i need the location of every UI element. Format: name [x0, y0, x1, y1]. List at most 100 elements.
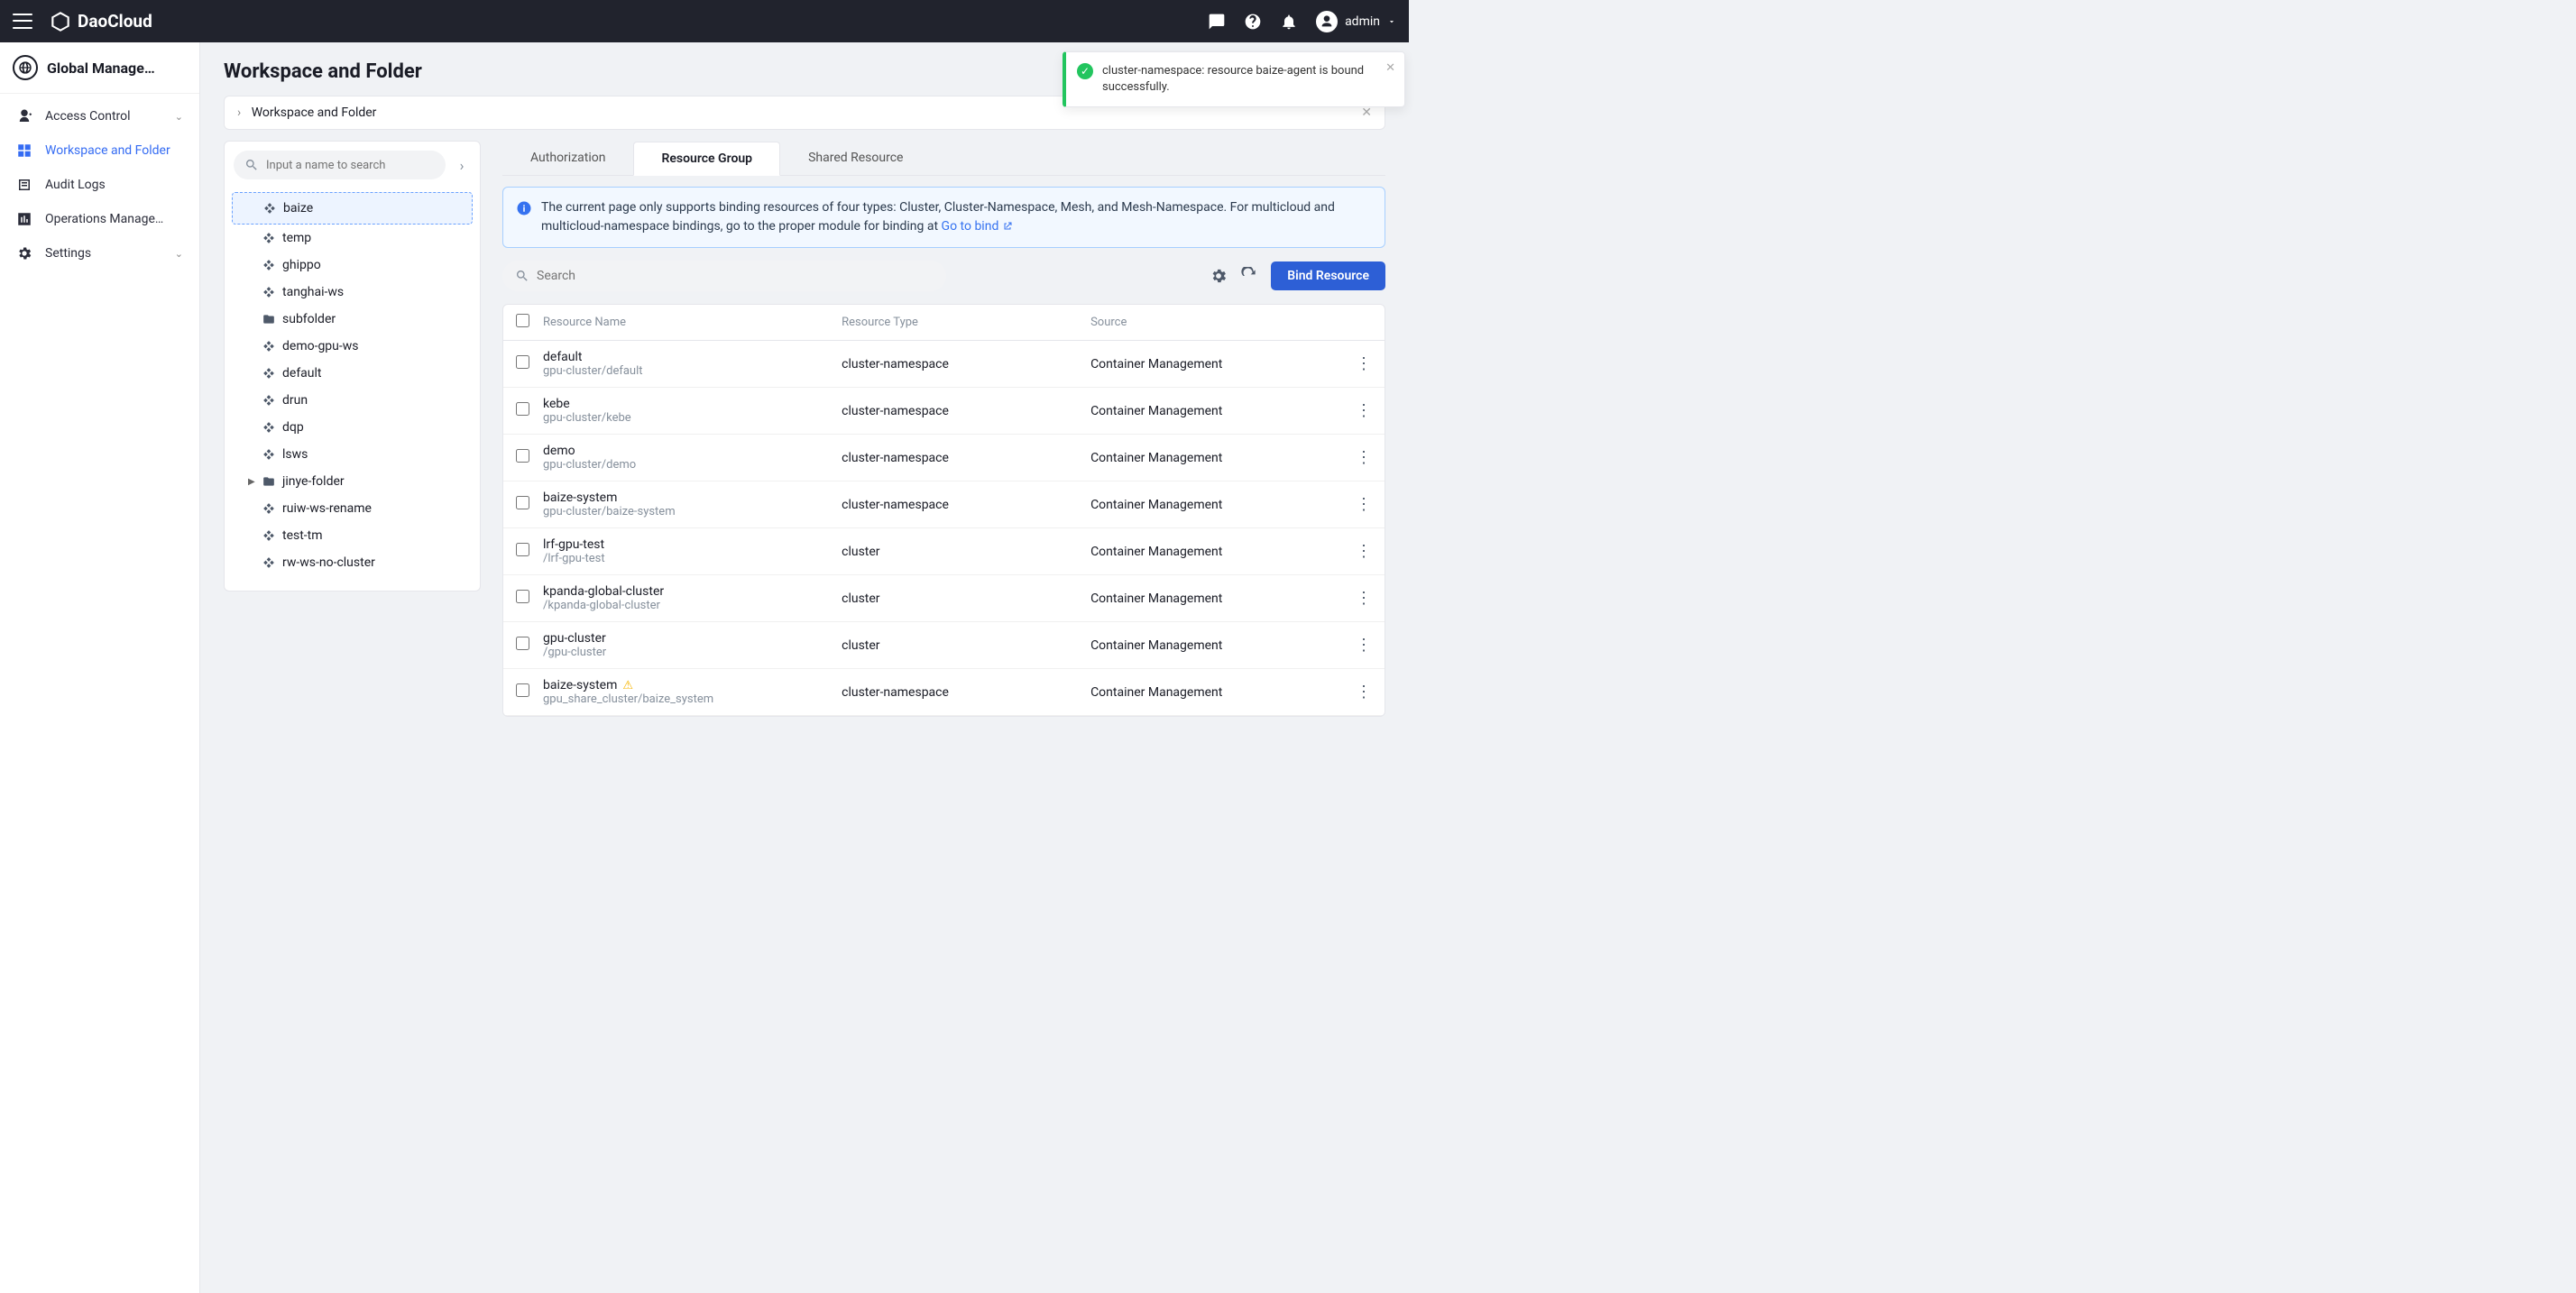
user-name: admin: [1345, 14, 1380, 29]
chevron-down-icon: ⌄: [175, 248, 183, 260]
row-checkbox[interactable]: [516, 355, 529, 369]
tree-item-temp[interactable]: temp: [232, 225, 473, 252]
column-header-source: Source: [1090, 316, 1339, 329]
workspace-icon: [262, 367, 275, 380]
tree-item-label: temp: [282, 231, 311, 245]
user-menu[interactable]: admin: [1316, 11, 1396, 32]
row-checkbox[interactable]: [516, 496, 529, 509]
table-row: gpu-cluster/gpu-clusterclusterContainer …: [503, 622, 1385, 669]
resource-type: cluster-namespace: [842, 498, 1090, 512]
table-search-input[interactable]: [537, 269, 934, 283]
sidebar-item-label: Workspace and Folder: [45, 143, 170, 158]
bell-icon[interactable]: [1280, 13, 1298, 31]
globe-icon: [13, 55, 38, 80]
chevron-right-icon[interactable]: ›: [453, 157, 471, 174]
table-search[interactable]: [502, 261, 946, 291]
resource-type: cluster: [842, 591, 1090, 606]
avatar-icon: [1316, 11, 1338, 32]
tree-item-label: baize: [283, 201, 313, 216]
row-checkbox[interactable]: [516, 402, 529, 416]
tree-search-input[interactable]: [266, 159, 435, 172]
row-checkbox[interactable]: [516, 543, 529, 556]
resource-path: gpu-cluster/kebe: [543, 411, 842, 425]
resource-name: kebe: [543, 397, 842, 411]
search-icon: [515, 269, 529, 283]
warning-icon: ⚠: [622, 679, 633, 692]
tab-shared-resource[interactable]: Shared Resource: [780, 141, 931, 175]
chat-icon[interactable]: [1208, 13, 1226, 31]
sidebar-item-audit-logs[interactable]: Audit Logs: [0, 168, 199, 202]
close-icon[interactable]: ✕: [1361, 105, 1372, 120]
tree-item-label: subfolder: [282, 312, 336, 326]
tree-item-subfolder[interactable]: subfolder: [232, 306, 473, 333]
tree-item-ghippo[interactable]: ghippo: [232, 252, 473, 279]
more-icon[interactable]: ⋮: [1356, 448, 1372, 467]
tab-authorization[interactable]: Authorization: [502, 141, 633, 175]
topbar: DaoCloud admin: [0, 0, 1409, 42]
close-icon[interactable]: ✕: [1385, 61, 1395, 75]
info-banner: The current page only supports binding r…: [502, 187, 1385, 248]
resource-name: kpanda-global-cluster: [543, 584, 842, 599]
resource-name: baize-system: [543, 491, 842, 505]
more-icon[interactable]: ⋮: [1356, 589, 1372, 608]
resource-type: cluster: [842, 545, 1090, 559]
more-icon[interactable]: ⋮: [1356, 354, 1372, 373]
sidebar-item-access-control[interactable]: Access Control⌄: [0, 99, 199, 133]
tree-item-baize[interactable]: baize: [232, 192, 473, 225]
tree-item-test-tm[interactable]: test-tm: [232, 522, 473, 549]
tree-item-ruiw-ws-rename[interactable]: ruiw-ws-rename: [232, 495, 473, 522]
resource-name: gpu-cluster: [543, 631, 842, 646]
resource-name: demo: [543, 444, 842, 458]
select-all-checkbox[interactable]: [516, 314, 529, 327]
sidebar-item-label: Settings: [45, 246, 91, 261]
more-icon[interactable]: ⋮: [1356, 401, 1372, 420]
tree-search[interactable]: [234, 151, 446, 179]
tree-item-default[interactable]: default: [232, 360, 473, 387]
more-icon[interactable]: ⋮: [1356, 636, 1372, 655]
tree-item-tanghai-ws[interactable]: tanghai-ws: [232, 279, 473, 306]
expand-icon[interactable]: ▶: [248, 477, 255, 487]
row-checkbox[interactable]: [516, 637, 529, 650]
refresh-icon[interactable]: [1240, 267, 1258, 285]
sidebar-item-settings[interactable]: Settings ⌄: [0, 236, 199, 271]
breadcrumb-label[interactable]: Workspace and Folder: [252, 105, 377, 120]
gear-icon[interactable]: [1210, 267, 1228, 285]
menu-toggle-icon[interactable]: [13, 12, 32, 32]
workspace-icon: [262, 556, 275, 569]
more-icon[interactable]: ⋮: [1356, 683, 1372, 702]
sidebar-item-operations-manage-[interactable]: Operations Manage…: [0, 202, 199, 236]
more-icon[interactable]: ⋮: [1356, 495, 1372, 514]
tree-item-label: jinye-folder: [282, 474, 345, 489]
tree-item-dqp[interactable]: dqp: [232, 414, 473, 441]
row-checkbox[interactable]: [516, 449, 529, 463]
tree-item-rw-ws-no-cluster[interactable]: rw-ws-no-cluster: [232, 549, 473, 576]
go-to-bind-link[interactable]: Go to bind: [942, 219, 1014, 234]
toast-text: cluster-namespace: resource baize-agent …: [1102, 63, 1372, 96]
resource-name: default: [543, 350, 842, 364]
resource-type: cluster-namespace: [842, 451, 1090, 465]
sidebar: Global Manage… Access Control⌄Workspace …: [0, 42, 200, 1293]
tree-item-lsws[interactable]: lsws: [232, 441, 473, 468]
tree-item-label: ghippo: [282, 258, 321, 272]
resource-type: cluster-namespace: [842, 685, 1090, 700]
more-icon[interactable]: ⋮: [1356, 542, 1372, 561]
row-checkbox[interactable]: [516, 683, 529, 697]
info-icon: [516, 200, 532, 216]
help-icon[interactable]: [1244, 13, 1262, 31]
bind-resource-button[interactable]: Bind Resource: [1271, 261, 1385, 290]
success-toast: ✓ cluster-namespace: resource baize-agen…: [1063, 51, 1405, 107]
tab-resource-group[interactable]: Resource Group: [633, 142, 780, 176]
nav-icon: [16, 245, 32, 261]
table-row: baize-system⚠gpu_share_cluster/baize_sys…: [503, 669, 1385, 716]
tree-item-jinye-folder[interactable]: ▶ jinye-folder: [232, 468, 473, 495]
tree-item-drun[interactable]: drun: [232, 387, 473, 414]
row-checkbox[interactable]: [516, 590, 529, 603]
search-icon: [244, 158, 259, 172]
tree-item-label: tanghai-ws: [282, 285, 344, 299]
sidebar-item-workspace-and-folder[interactable]: Workspace and Folder: [0, 133, 199, 168]
resource-path: gpu-cluster/demo: [543, 458, 842, 472]
tree-item-demo-gpu-ws[interactable]: demo-gpu-ws: [232, 333, 473, 360]
external-link-icon: [1002, 221, 1013, 232]
resource-source: Container Management: [1090, 357, 1339, 371]
banner-text: The current page only supports binding r…: [541, 200, 1335, 234]
